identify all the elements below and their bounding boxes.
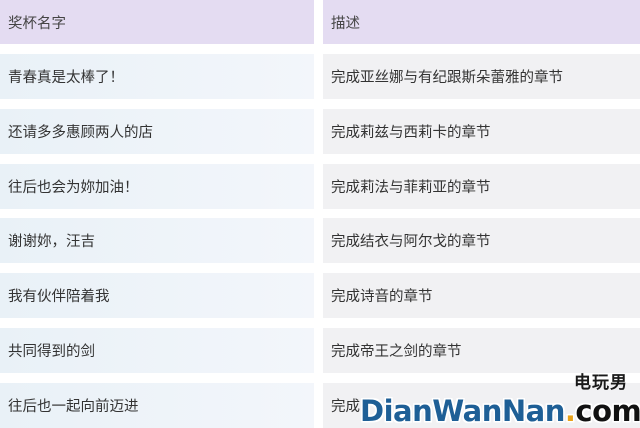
trophy-description-cell: 完成莉兹与西莉卡的章节 xyxy=(323,109,640,154)
trophy-name-cell: 青春真是太棒了！ xyxy=(0,54,314,99)
trophy-table: 奖杯名字 描述 青春真是太棒了！ 完成亚丝娜与有纪跟斯朵蕾雅的章节 还请多多惠顾… xyxy=(0,0,640,428)
header-trophy-name: 奖杯名字 xyxy=(0,0,314,44)
table-row: 谢谢妳，汪吉 完成结衣与阿尔戈的章节 xyxy=(0,218,640,263)
table-row: 我有伙伴陪着我 完成诗音的章节 xyxy=(0,273,640,318)
table-row: 往后也一起向前迈进 完成 xyxy=(0,383,640,428)
trophy-name-cell: 我有伙伴陪着我 xyxy=(0,273,314,318)
table-row: 共同得到的剑 完成帝王之剑的章节 xyxy=(0,328,640,373)
table-row: 青春真是太棒了！ 完成亚丝娜与有纪跟斯朵蕾雅的章节 xyxy=(0,54,640,99)
trophy-description-cell: 完成莉法与菲莉亚的章节 xyxy=(323,164,640,209)
trophy-description-cell: 完成诗音的章节 xyxy=(323,273,640,318)
header-description: 描述 xyxy=(323,0,640,44)
table-row: 还请多多惠顾两人的店 完成莉兹与西莉卡的章节 xyxy=(0,109,640,154)
trophy-description-cell: 完成帝王之剑的章节 xyxy=(323,328,640,373)
trophy-name-cell: 往后也一起向前迈进 xyxy=(0,383,314,428)
trophy-description-cell: 完成亚丝娜与有纪跟斯朵蕾雅的章节 xyxy=(323,54,640,99)
table-row: 往后也会为妳加油！ 完成莉法与菲莉亚的章节 xyxy=(0,164,640,209)
trophy-name-cell: 谢谢妳，汪吉 xyxy=(0,218,314,263)
trophy-name-cell: 往后也会为妳加油！ xyxy=(0,164,314,209)
trophy-description-cell: 完成 xyxy=(323,383,640,428)
trophy-name-cell: 共同得到的剑 xyxy=(0,328,314,373)
table-header-row: 奖杯名字 描述 xyxy=(0,0,640,44)
trophy-name-cell: 还请多多惠顾两人的店 xyxy=(0,109,314,154)
trophy-description-cell: 完成结衣与阿尔戈的章节 xyxy=(323,218,640,263)
